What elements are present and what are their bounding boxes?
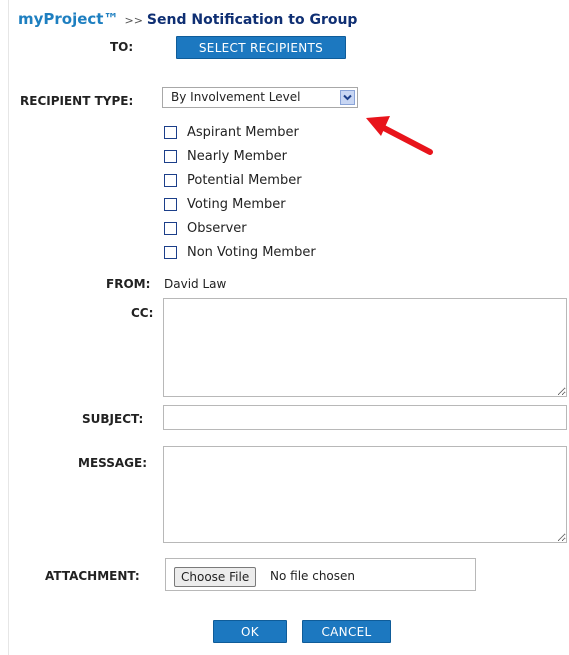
checkbox-label: Voting Member xyxy=(187,197,286,212)
subject-label: SUBJECT: xyxy=(82,412,144,426)
brand-name[interactable]: myProject™ xyxy=(18,10,118,28)
ok-button[interactable]: OK xyxy=(213,620,287,643)
select-recipients-button[interactable]: SELECT RECIPIENTS xyxy=(176,36,346,59)
attachment-label: ATTACHMENT: xyxy=(45,569,140,583)
cc-label: CC: xyxy=(131,306,154,320)
checkbox-label: Non Voting Member xyxy=(187,245,316,260)
cc-field[interactable] xyxy=(163,298,567,397)
page-title: Send Notification to Group xyxy=(146,12,358,28)
checkbox-label: Observer xyxy=(187,221,247,236)
message-label: MESSAGE: xyxy=(78,456,148,470)
message-field[interactable] xyxy=(163,446,567,543)
red-arrow-icon xyxy=(366,116,433,155)
checkbox[interactable] xyxy=(164,222,177,235)
checkbox[interactable] xyxy=(164,150,177,163)
recipient-type-select[interactable]: By Involvement Level xyxy=(162,87,358,108)
file-status-text: No file chosen xyxy=(270,569,356,583)
recipient-type-value: By Involvement Level xyxy=(171,90,301,104)
checkbox-label: Aspirant Member xyxy=(187,125,299,140)
checkbox[interactable] xyxy=(164,126,177,139)
attachment-field: Choose File No file chosen xyxy=(165,558,476,591)
checkbox-label: Nearly Member xyxy=(187,149,287,164)
checkbox[interactable] xyxy=(164,198,177,211)
left-border xyxy=(8,0,9,655)
recipient-type-label: RECIPIENT TYPE: xyxy=(20,94,134,108)
breadcrumb-separator: >> xyxy=(124,14,143,27)
checkbox[interactable] xyxy=(164,174,177,187)
choose-file-button[interactable]: Choose File xyxy=(174,567,257,587)
from-value: David Law xyxy=(164,277,227,291)
checkbox[interactable] xyxy=(164,246,177,259)
cancel-button[interactable]: CANCEL xyxy=(302,620,391,643)
from-label: FROM: xyxy=(106,277,151,291)
chevron-down-icon[interactable] xyxy=(340,90,355,105)
to-label: TO: xyxy=(110,40,134,54)
checkbox-label: Potential Member xyxy=(187,173,302,188)
subject-field[interactable] xyxy=(163,405,567,430)
page-header: myProject™ >> Send Notification to Group xyxy=(18,10,357,28)
